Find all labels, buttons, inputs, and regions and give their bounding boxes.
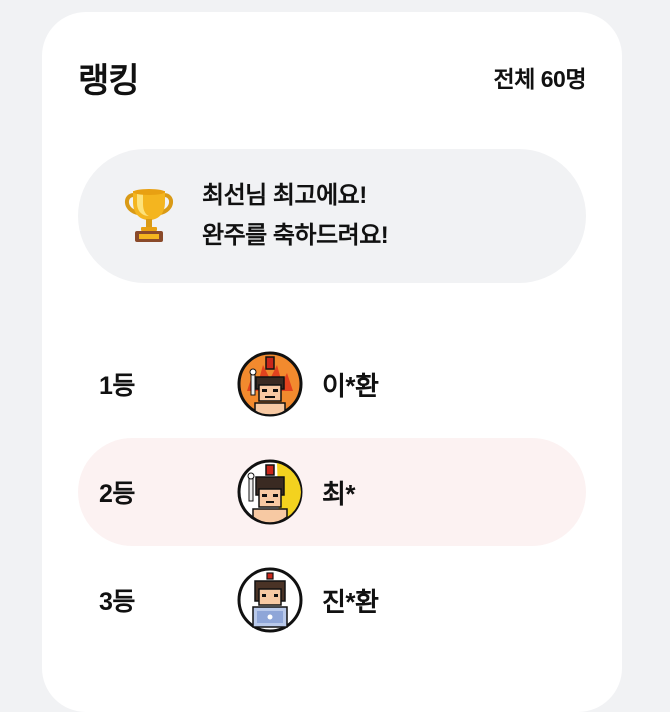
rank-label: 1등 (99, 372, 135, 400)
ranking-card: 랭킹 전체 60명 최선님 최고에요! 완주를 축하드려요! 1등 이*환 2등… (42, 12, 622, 712)
rank-label: 2등 (99, 480, 135, 508)
congrats-banner: 최선님 최고에요! 완주를 축하드려요! (78, 149, 586, 283)
user-name: 진*환 (322, 586, 379, 617)
rank-label: 3등 (99, 588, 135, 616)
banner-line-1: 최선님 최고에요! (202, 182, 367, 209)
rank-row-2[interactable]: 2등 최* (78, 438, 586, 546)
page-title: 랭킹 (78, 61, 140, 100)
total-count: 전체 60명 (493, 66, 587, 92)
trophy-icon (125, 189, 173, 242)
rank-row-1[interactable]: 1등 이*환 (78, 330, 586, 438)
laptop-avatar (237, 567, 303, 633)
user-name: 이*환 (322, 370, 379, 401)
banner-line-2: 완주를 축하드려요! (202, 222, 389, 249)
rank-row-3[interactable]: 3등 진*환 (78, 546, 586, 654)
user-name: 최* (322, 478, 356, 509)
gladiator-avatar-fire (237, 351, 303, 417)
gladiator-avatar-gold (237, 459, 303, 525)
ranking-header: 랭킹 전체 60명 (78, 52, 587, 102)
